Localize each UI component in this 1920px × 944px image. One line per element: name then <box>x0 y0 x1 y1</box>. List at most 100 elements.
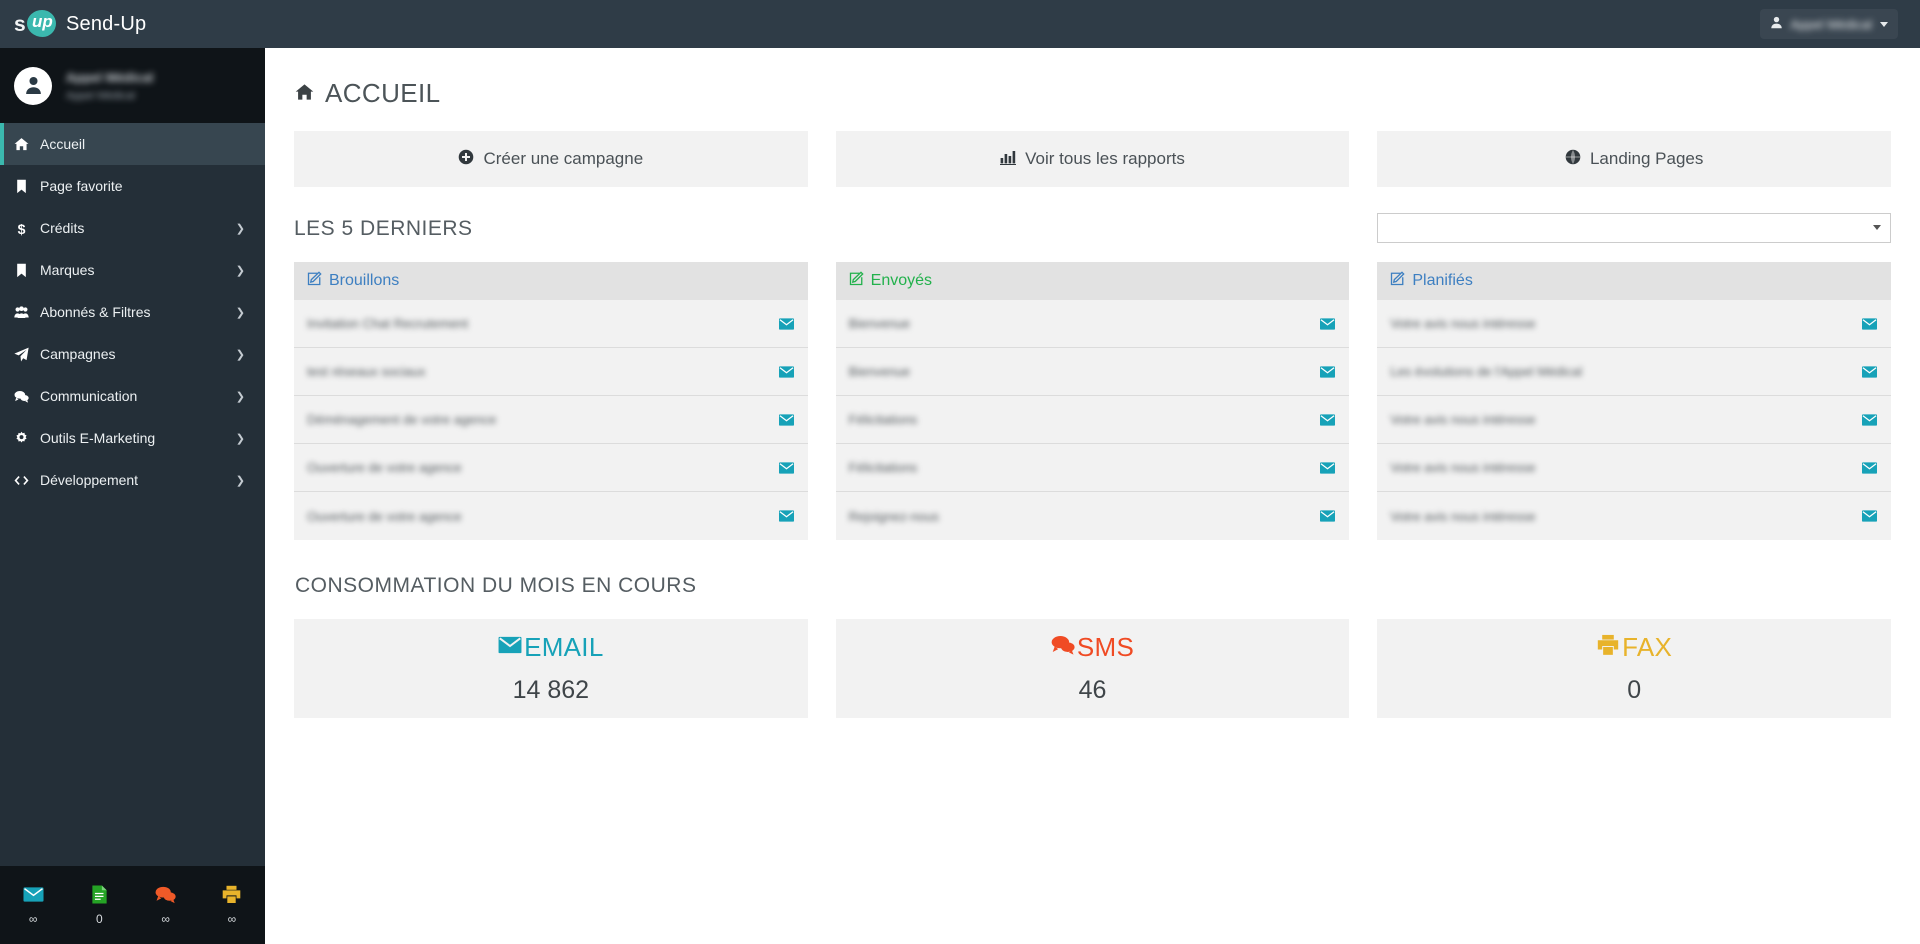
envelope-icon[interactable] <box>778 413 794 426</box>
chevron-right-icon: ❯ <box>235 222 245 235</box>
list-item-label: Ouverture de votre agence <box>307 508 462 524</box>
list-item[interactable]: Invitation Chat Recrutement <box>294 300 808 348</box>
list-item[interactable]: test réseaux sociaux <box>294 348 808 396</box>
sidebar-menu: Accueil Page favorite $ Crédits ❯ Marque… <box>0 123 265 501</box>
brand-name: Send-Up <box>66 12 147 35</box>
sidebar-stat-fax[interactable]: ∞ <box>199 885 265 925</box>
envelope-icon[interactable] <box>778 461 794 474</box>
users-icon <box>14 305 40 320</box>
list-item[interactable]: Votre avis nous intéresse <box>1377 492 1892 540</box>
bookmark-icon <box>14 263 40 278</box>
action-label: Landing Pages <box>1589 149 1704 168</box>
envelope-icon[interactable] <box>1862 461 1878 474</box>
user-menu-button[interactable]: Appel Médical <box>1760 9 1898 39</box>
list-item[interactable]: Déménagement de votre agence <box>294 396 808 444</box>
list-card: Planifiés Votre avis nous intéresse Les … <box>1377 262 1892 540</box>
list-item[interactable]: Bienvenue <box>835 300 1350 348</box>
list-item-label: Votre avis nous intéresse <box>1390 460 1536 475</box>
stat-label-text: FAX <box>1622 632 1673 662</box>
list-col-planifies: Planifiés Votre avis nous intéresse Les … <box>1377 245 1892 540</box>
list-item[interactable]: Votre avis nous intéresse <box>1377 396 1892 444</box>
list-item[interactable]: Ouverture de votre agence <box>294 444 808 492</box>
sidebar-item-developpement[interactable]: Développement ❯ <box>0 459 265 501</box>
sidebar-stat-value: 0 <box>96 912 103 926</box>
sidebar-item-label: Outils E-Marketing <box>40 430 156 446</box>
bookmark-icon <box>14 179 40 194</box>
user-icon <box>1770 16 1783 32</box>
list-col-brouillons: Brouillons Invitation Chat Recrutement t… <box>294 245 808 540</box>
envelope-icon[interactable] <box>1320 317 1336 330</box>
sidebar-item-page-favorite[interactable]: Page favorite <box>0 165 265 207</box>
list-item[interactable]: Votre avis nous intéresse <box>1377 444 1892 492</box>
envelope-icon[interactable] <box>1862 317 1878 330</box>
envelope-icon[interactable] <box>1320 510 1336 522</box>
print-icon <box>221 885 242 904</box>
chevron-right-icon: ❯ <box>235 264 245 277</box>
list-card: Brouillons Invitation Chat Recrutement t… <box>294 262 808 540</box>
sidebar-user-name: Appel Médical <box>66 69 154 85</box>
navbar-right: Appel Médical <box>1760 9 1898 39</box>
sidebar-stat-files[interactable]: 0 <box>66 885 132 925</box>
filter-select[interactable] <box>1377 213 1892 243</box>
sidebar-stat-sms[interactable]: ∞ <box>133 885 199 925</box>
list-item-label: Votre avis nous intéresse <box>1390 412 1536 427</box>
page-title: ACCUEIL <box>295 78 1891 109</box>
envelope-icon[interactable] <box>1862 365 1878 378</box>
list-header-envoyes: Envoyés <box>835 262 1350 300</box>
dollar-icon: $ <box>14 221 40 236</box>
sidebar-stat-value: ∞ <box>28 912 38 926</box>
edit-icon <box>849 271 864 291</box>
stat-col-fax: FAX 0 <box>1377 602 1892 718</box>
list-item[interactable]: Votre avis nous intéresse <box>1377 300 1892 348</box>
stat-value-sms: 46 <box>1078 676 1107 704</box>
list-item-label: Félicitations <box>848 412 918 427</box>
envelope-icon[interactable] <box>1320 461 1336 474</box>
user-avatar-icon <box>25 76 41 95</box>
sidebar-stat-email[interactable]: ∞ <box>0 885 66 925</box>
sidebar-item-credits[interactable]: $ Crédits ❯ <box>0 207 265 249</box>
envelope-icon[interactable] <box>1320 365 1336 378</box>
sidebar-item-accueil[interactable]: Accueil <box>0 123 265 165</box>
home-icon <box>295 78 314 109</box>
section-title-consumption: CONSOMMATION DU MOIS EN COURS <box>295 574 697 597</box>
stat-label-fax: FAX <box>1596 632 1672 663</box>
create-campaign-button[interactable]: Créer une campagne <box>294 131 808 187</box>
sidebar-item-abonnes-filtres[interactable]: Abonnés & Filtres ❯ <box>0 291 265 333</box>
chevron-down-icon <box>1873 225 1882 230</box>
sidebar-stat-value: ∞ <box>161 912 170 926</box>
sidebar-user-panel[interactable]: Appel Médical Appel Médical <box>0 48 265 123</box>
sidebar-item-communication[interactable]: Communication ❯ <box>0 375 265 417</box>
sidebar-item-outils-e-marketing[interactable]: Outils E-Marketing ❯ <box>0 417 265 459</box>
list-item[interactable]: Bienvenue <box>835 348 1350 396</box>
code-icon <box>14 473 40 488</box>
envelope-icon[interactable] <box>778 365 794 378</box>
envelope-icon[interactable] <box>1862 510 1878 522</box>
envelope-icon[interactable] <box>778 510 794 522</box>
envelope-icon[interactable] <box>1320 413 1336 426</box>
sidebar-item-marques[interactable]: Marques ❯ <box>0 249 265 291</box>
list-item-label: Félicitations <box>848 460 918 475</box>
list-item[interactable]: Rejoignez-nous <box>835 492 1350 540</box>
list-title: Planifiés <box>1412 272 1473 289</box>
landing-pages-button[interactable]: Landing Pages <box>1377 131 1892 187</box>
envelope-icon[interactable] <box>778 317 794 330</box>
brand-block[interactable]: s up Send-Up <box>0 0 265 48</box>
view-all-reports-button[interactable]: Voir tous les rapports <box>835 131 1350 187</box>
chevron-right-icon: ❯ <box>235 390 245 403</box>
chevron-right-icon: ❯ <box>235 432 245 445</box>
list-item-label: Les évolutions de l'Appel Médical <box>1390 364 1583 379</box>
list-item[interactable]: Ouverture de votre agence <box>294 492 808 540</box>
home-icon <box>14 137 40 152</box>
globe-icon <box>1565 149 1581 170</box>
list-item[interactable]: Félicitations <box>835 396 1350 444</box>
send-up-logo-icon: s up <box>14 9 56 39</box>
sidebar-item-campagnes[interactable]: Campagnes ❯ <box>0 333 265 375</box>
sidebar-user-text: Appel Médical Appel Médical <box>66 70 153 102</box>
sidebar-user-subtitle: Appel Médical <box>66 89 136 102</box>
stat-label-text: SMS <box>1076 632 1135 662</box>
sidebar-item-label: Page favorite <box>40 178 123 194</box>
sidebar-item-label: Crédits <box>40 220 85 236</box>
list-item[interactable]: Les évolutions de l'Appel Médical <box>1377 348 1892 396</box>
envelope-icon[interactable] <box>1862 413 1878 426</box>
list-item[interactable]: Félicitations <box>835 444 1350 492</box>
